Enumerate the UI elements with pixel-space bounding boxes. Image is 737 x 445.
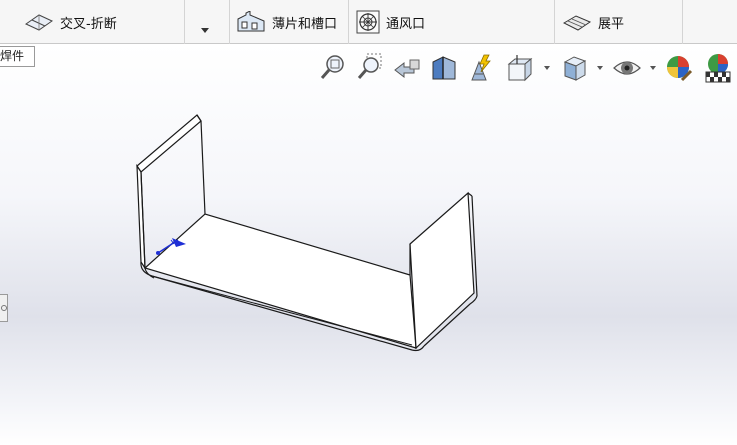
panel-resize-handle[interactable]	[0, 294, 8, 322]
sheet-metal-model[interactable]	[0, 0, 737, 445]
